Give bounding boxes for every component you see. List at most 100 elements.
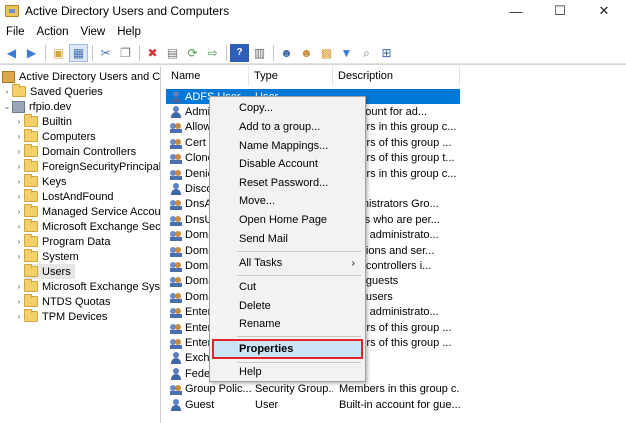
minimize-button[interactable]: — [494, 0, 538, 22]
menu-action[interactable]: Action [31, 26, 75, 38]
ctx-add-to-group[interactable]: Add to a group... [212, 118, 363, 136]
ctx-help[interactable]: Help [212, 363, 363, 381]
toolbar-separator [226, 44, 227, 61]
refresh-icon[interactable]: ⟳ [183, 44, 202, 62]
expand-icon[interactable]: › [14, 297, 24, 306]
tree-item-tpm-devices[interactable]: › TPM Devices [14, 309, 107, 324]
table-row[interactable]: Group Polic... Security Group... Members i… [166, 382, 460, 397]
group-icon [170, 322, 182, 334]
tree-item-label: Users [42, 265, 71, 278]
expand-icon[interactable]: › [14, 147, 24, 156]
ctx-move[interactable]: Move... [212, 192, 363, 210]
delete-icon[interactable]: ✖ [143, 44, 162, 62]
up-folder-icon[interactable]: ▣ [49, 44, 68, 62]
collapse-icon[interactable]: ⌄ [2, 102, 12, 111]
expand-icon[interactable]: › [14, 207, 24, 216]
new-group-icon[interactable]: ☻ [297, 44, 316, 62]
tree-item-label: Domain Controllers [42, 145, 137, 158]
view-details-icon[interactable]: ▥ [250, 44, 269, 62]
title-bar: Active Directory Users and Computers — ☐… [0, 0, 626, 22]
show-tree-icon[interactable]: ▦ [69, 43, 88, 62]
tree-item-computers[interactable]: › Computers [14, 129, 96, 144]
tree-item-label: TPM Devices [42, 310, 108, 323]
column-header-name[interactable]: Name [166, 66, 249, 86]
table-row[interactable]: Guest User Built-in account for gue... [166, 397, 460, 412]
expand-icon[interactable]: › [14, 117, 24, 126]
folder-icon [24, 144, 38, 157]
menu-view[interactable]: View [75, 26, 112, 38]
ctx-all-tasks[interactable]: All Tasks › [212, 254, 363, 272]
ctx-open-home-page[interactable]: Open Home Page [212, 211, 363, 229]
help-icon[interactable]: ? [230, 43, 249, 62]
user-icon [170, 367, 182, 380]
expand-icon[interactable]: › [14, 237, 24, 246]
tree-item-domain-controllers[interactable]: › Domain Controllers [14, 144, 136, 159]
column-header-description[interactable]: Description [333, 66, 460, 86]
tree-item-domain[interactable]: ⌄ rfpio.dev [2, 99, 71, 114]
folder-icon [12, 84, 26, 97]
cell-description: Built-in account for gue... [339, 398, 460, 411]
expand-icon[interactable]: › [14, 177, 24, 186]
tree-item-saved-queries[interactable]: › Saved Queries [2, 84, 103, 99]
expand-icon[interactable]: › [14, 162, 24, 171]
filter-icon[interactable]: ▼ [337, 44, 356, 62]
ctx-name-mappings[interactable]: Name Mappings... [212, 137, 363, 155]
ctx-disable-account[interactable]: Disable Account [212, 155, 363, 173]
tree-item-users[interactable]: Users [24, 264, 75, 279]
cut-icon[interactable]: ✂ [96, 44, 115, 62]
expand-icon[interactable]: › [14, 252, 24, 261]
group-icon [170, 121, 182, 134]
menu-file[interactable]: File [0, 26, 31, 38]
tree-item-keys[interactable]: › Keys [14, 174, 66, 189]
copy-icon[interactable]: ❐ [116, 44, 135, 62]
tree-item-microsoft-exchange-security[interactable]: › Microsoft Exchange Secu [14, 219, 160, 234]
ctx-label: Properties [239, 343, 294, 355]
ctx-label: Rename [239, 318, 281, 330]
close-button[interactable]: ✕ [582, 0, 626, 22]
folder-icon [24, 309, 38, 322]
properties-icon[interactable]: ▤ [163, 44, 182, 62]
new-user-icon[interactable]: ☻ [277, 44, 296, 62]
add-to-group-icon[interactable]: ⊞ [377, 44, 396, 62]
tree-item-microsoft-exchange-system[interactable]: › Microsoft Exchange Syste [14, 279, 160, 294]
ctx-properties[interactable]: Properties [212, 339, 363, 359]
ctx-label: Move... [239, 195, 276, 207]
forward-arrow-icon[interactable]: ▶ [22, 44, 41, 62]
back-arrow-icon[interactable]: ◀ [2, 44, 21, 62]
user-icon [170, 105, 182, 118]
ctx-delete[interactable]: Delete [212, 297, 363, 315]
folder-icon [24, 174, 38, 187]
ctx-reset-password[interactable]: Reset Password... [212, 174, 363, 192]
column-header-type[interactable]: Type [249, 66, 333, 86]
ctx-label: Open Home Page [239, 214, 328, 226]
group-icon [170, 229, 182, 242]
ctx-cut[interactable]: Cut [212, 278, 363, 296]
expand-icon[interactable]: › [14, 192, 24, 201]
ctx-label: Name Mappings... [239, 140, 329, 152]
expand-icon[interactable]: › [2, 87, 12, 96]
menu-help[interactable]: Help [111, 26, 147, 38]
expand-icon[interactable]: › [14, 282, 24, 291]
tree-item-label: Managed Service Accou [42, 205, 161, 218]
export-list-icon[interactable]: ⇨ [203, 44, 222, 62]
expand-icon[interactable]: › [14, 312, 24, 321]
tree-item-label: NTDS Quotas [42, 295, 111, 308]
expand-icon[interactable]: › [14, 222, 24, 231]
cell-type: Security Group... [255, 383, 333, 396]
tree-item-builtin[interactable]: › Builtin [14, 114, 72, 129]
maximize-button[interactable]: ☐ [538, 0, 582, 22]
ctx-rename[interactable]: Rename [212, 315, 363, 333]
tree-root[interactable]: Active Directory Users and Com [2, 69, 160, 84]
ctx-send-mail[interactable]: Send Mail [212, 230, 363, 248]
menu-separator [237, 336, 361, 337]
expand-icon[interactable]: › [14, 132, 24, 141]
tree-item-program-data[interactable]: › Program Data [14, 234, 110, 249]
tree-item-lost-and-found[interactable]: › LostAndFound [14, 189, 114, 204]
find-icon[interactable]: ⌕ [357, 44, 376, 62]
tree-item-foreign-security-principals[interactable]: › ForeignSecurityPrincipals [14, 159, 160, 174]
tree-item-managed-service-accounts[interactable]: › Managed Service Accou [14, 204, 161, 219]
tree-item-ntds-quotas[interactable]: › NTDS Quotas [14, 294, 110, 309]
ctx-copy[interactable]: Copy... [212, 99, 363, 117]
new-ou-icon[interactable]: ▩ [317, 44, 336, 62]
tree-item-system[interactable]: › System [14, 249, 79, 264]
